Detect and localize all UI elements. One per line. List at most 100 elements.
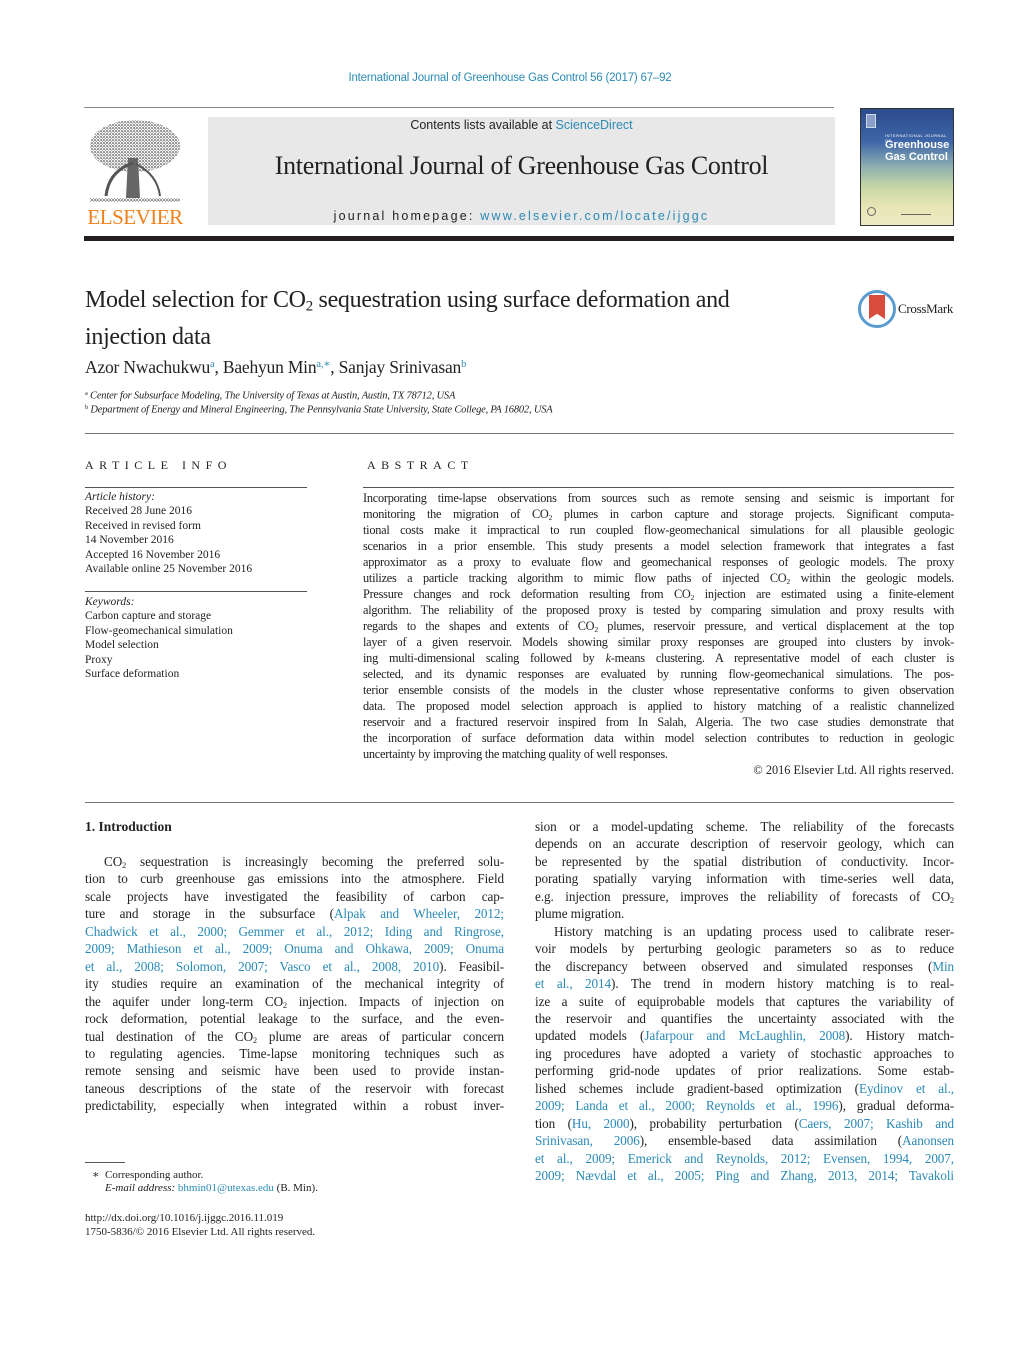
abstract-line: terior ensemble consists of the models i… xyxy=(363,683,954,697)
footnote-mark: ∗ xyxy=(92,1169,100,1181)
body-text: taneous descriptions of the state of the… xyxy=(85,1080,504,1096)
citation-link[interactable]: 2009; Landa et al., 2000; Reynolds et al… xyxy=(535,1098,839,1113)
author-mark[interactable]: b xyxy=(461,359,466,370)
body-text-line: porating spatially varying information w… xyxy=(535,870,954,887)
elsevier-logo[interactable]: ELSEVIER xyxy=(85,115,185,229)
author-name[interactable]: Baehyun Min xyxy=(223,357,317,377)
author-separator: , xyxy=(330,357,339,377)
citation-link[interactable]: et al., 2014 xyxy=(535,976,611,991)
abstract-line: uncertainty by improving the matching qu… xyxy=(363,747,668,761)
footnote-rule xyxy=(85,1162,125,1163)
corresponding-author-note: ∗ Corresponding author. xyxy=(92,1168,203,1181)
body-text: tion to curb greenhouse gas emissions in… xyxy=(85,871,504,887)
body-text: predictability, especially when integrat… xyxy=(85,1098,504,1114)
body-text: the aquifer under long-term CO2 injectio… xyxy=(85,993,504,1010)
email-link[interactable]: bhmin01@utexas.edu xyxy=(178,1182,274,1194)
body-text-line: to regulating agencies. Time-lapse monit… xyxy=(85,1045,504,1062)
cover-seal-icon xyxy=(867,207,876,216)
abstract-line: reservoir and a fractured reservoir insp… xyxy=(363,715,954,729)
history-item: Received 28 June 2016 xyxy=(85,505,192,518)
citation-link[interactable]: Alpak and Wheeler, 2012; xyxy=(334,906,504,921)
citation-link[interactable]: et al., 2009; Emerick and Reynolds, 2012… xyxy=(535,1151,954,1166)
citation-link[interactable]: Srinivasan, 2006 xyxy=(535,1133,640,1148)
body-text: ), gradual deforma- xyxy=(838,1098,954,1114)
abstract-line: selected, and its dynamic responses are … xyxy=(363,667,954,681)
body-text: updated models ( xyxy=(535,1028,645,1044)
affiliation-mark: b xyxy=(85,404,88,411)
body-text-line: tion to curb greenhouse gas emissions in… xyxy=(85,870,504,887)
body-text-line: plume migration. xyxy=(535,905,954,922)
citation-link[interactable]: Aanonsen xyxy=(902,1133,954,1148)
cover-title-line1: Greenhouse xyxy=(885,139,950,151)
body-text-line: be represented by the spatial distributi… xyxy=(535,853,954,870)
body-text: ing procedures have adopted a variety of… xyxy=(535,1045,954,1061)
citation-link[interactable]: Caers, 2007; Kashib and xyxy=(799,1116,954,1131)
body-text: History matching is an updating process … xyxy=(554,923,954,939)
body-text: to regulating agencies. Time-lapse monit… xyxy=(85,1045,504,1061)
body-text: ). Feasibil- xyxy=(439,958,505,974)
body-text-line: scale projects have investigated the fea… xyxy=(85,888,504,905)
body-text-line: lished schemes include gradient-based op… xyxy=(535,1080,954,1097)
history-item: Available online 25 November 2016 xyxy=(85,563,253,576)
article-info-rule xyxy=(85,487,307,488)
body-text-line: Srinivasan, 2006), ensemble-based data a… xyxy=(535,1132,954,1149)
journal-cover-thumbnail[interactable]: INTERNATIONAL JOURNAL OF Greenhouse Gas C… xyxy=(860,108,954,226)
citation-link[interactable]: 2009; Nævdal et al., 2005; Ping and Zhan… xyxy=(535,1168,954,1183)
body-text: rock deformation, potential leakage to t… xyxy=(85,1011,504,1027)
body-text-line: rock deformation, potential leakage to t… xyxy=(85,1010,504,1027)
cover-signature xyxy=(901,209,931,215)
body-text-line: taneous descriptions of the state of the… xyxy=(85,1080,504,1097)
author-name[interactable]: Azor Nwachukwu xyxy=(85,357,210,377)
keywords-label: Keywords: xyxy=(85,596,135,608)
crossmark-button[interactable]: CrossMark xyxy=(858,290,958,330)
footnote-text: Corresponding author. xyxy=(104,1169,204,1181)
running-head[interactable]: International Journal of Greenhouse Gas … xyxy=(0,72,1020,84)
title-subscript: 2 xyxy=(305,298,313,315)
body-text-line: 2009; Nævdal et al., 2005; Ping and Zhan… xyxy=(535,1167,954,1184)
abstract-line: scenarios in a prior ensemble. This stud… xyxy=(363,539,954,553)
keywords: Keywords: Carbon capture and storage Flo… xyxy=(85,595,233,681)
abstract-rule xyxy=(363,487,954,488)
journal-title: International Journal of Greenhouse Gas … xyxy=(274,151,769,180)
body-text: be represented by the spatial distributi… xyxy=(535,853,954,869)
abstract-line: data. The proposed model selection appro… xyxy=(363,699,954,713)
abstract-line: tional costs make it impractical to run … xyxy=(363,523,954,537)
sciencedirect-link[interactable]: ScienceDirect xyxy=(556,118,633,132)
citation-link[interactable]: Hu, 2000 xyxy=(572,1116,630,1131)
citation-link[interactable]: Jafarpour and McLaughlin, 2008 xyxy=(644,1028,845,1043)
title-text-b: sequestration using surface deformation … xyxy=(312,287,730,313)
citation-link[interactable]: Eydinov et al., xyxy=(859,1081,954,1096)
citation-link[interactable]: et al., 2008; Solomon, 2007; Vasco et al… xyxy=(85,959,439,974)
body-text: ity studies require an examination of th… xyxy=(85,976,504,992)
citation-link[interactable]: Chadwick et al., 2000; Gemmer et al., 20… xyxy=(85,924,504,939)
body-text: the reservoir and quantifies the uncerta… xyxy=(535,1010,954,1026)
keyword: Flow-geomechanical simulation xyxy=(85,624,233,637)
homepage-link[interactable]: www.elsevier.com/locate/ijggc xyxy=(480,209,709,223)
citation-link[interactable]: 2009; Mathieson et al., 2009; Onuma and … xyxy=(85,941,504,956)
affiliation-b: b Department of Energy and Mineral Engin… xyxy=(85,404,553,415)
body-text: the discrepancy between observed and sim… xyxy=(535,958,933,974)
body-text-line: ture and storage in the subsurface (Alpa… xyxy=(85,905,504,922)
author-mark[interactable]: a,∗ xyxy=(316,359,330,370)
journal-masthead: Contents lists available at ScienceDirec… xyxy=(208,117,835,225)
email-note: E-mail address: bhmin01@utexas.edu (B. M… xyxy=(105,1182,318,1194)
body-text-line: et al., 2009; Emerick and Reynolds, 2012… xyxy=(535,1150,954,1167)
affiliation-mark: a xyxy=(85,390,88,397)
body-text: ize a suite of equiprobable models that … xyxy=(535,993,954,1009)
body-text-line: depends on an accurate description of re… xyxy=(535,835,954,852)
citation-link[interactable]: Min xyxy=(932,959,954,974)
author-name[interactable]: Sanjay Srinivasan xyxy=(339,357,462,377)
body-text: ). The trend in modern history matching … xyxy=(611,976,954,992)
body-text-line: et al., 2008; Solomon, 2007; Vasco et al… xyxy=(85,958,504,975)
abstract-line: approximator as a proxy to evaluate flow… xyxy=(363,555,954,569)
article-info-heading: ARTICLE INFO xyxy=(85,458,232,472)
body-text-line: Chadwick et al., 2000; Gemmer et al., 20… xyxy=(85,923,504,940)
body-text: ). History match- xyxy=(845,1028,954,1044)
body-text: lished schemes include gradient-based op… xyxy=(535,1080,859,1096)
doi-link[interactable]: http://dx.doi.org/10.1016/j.ijggc.2016.1… xyxy=(85,1212,283,1224)
history-item: 14 November 2016 xyxy=(85,534,174,547)
homepage-line: journal homepage: www.elsevier.com/locat… xyxy=(208,209,835,223)
affiliation-text: Center for Subsurface Modeling, The Univ… xyxy=(90,390,456,402)
body-text-line: ize a suite of equiprobable models that … xyxy=(535,993,954,1010)
body-text-line: et al., 2014). The trend in modern histo… xyxy=(535,975,954,992)
